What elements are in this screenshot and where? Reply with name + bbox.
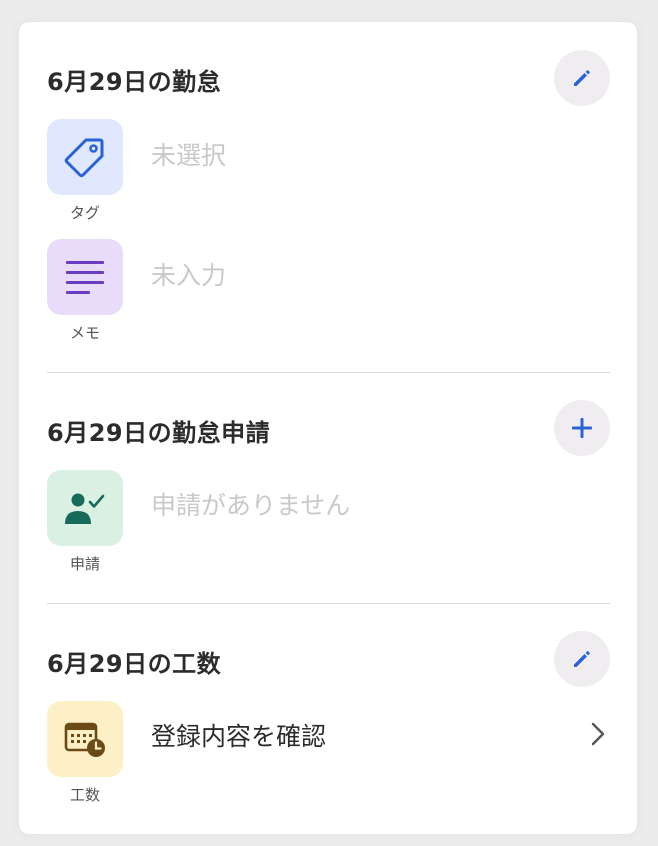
plus-icon <box>572 418 592 438</box>
calendar-clock-icon <box>64 722 105 757</box>
chevron-right-icon[interactable] <box>590 721 606 747</box>
workhours-value[interactable]: 登録内容を確認 <box>151 717 326 753</box>
workhours-tile[interactable] <box>47 701 123 777</box>
edit-attendance-button[interactable] <box>554 50 610 106</box>
request-title: 6月29日の勤怠申請 <box>47 419 271 447</box>
workhours-title: 6月29日の工数 <box>47 650 222 678</box>
tag-label: タグ <box>69 204 100 222</box>
divider <box>47 372 610 373</box>
request-label: 申請 <box>69 555 100 573</box>
workhours-label: 工数 <box>69 786 100 804</box>
memo-value[interactable]: 未入力 <box>151 256 226 292</box>
request-value: 申請がありません <box>151 491 351 520</box>
add-request-button[interactable] <box>554 400 610 456</box>
tag-value[interactable]: 未選択 <box>151 136 226 172</box>
tag-tile[interactable] <box>47 119 123 195</box>
pencil-icon <box>574 70 590 86</box>
attendance-card: 6月29日の勤怠 タグ 未選択 メモ 未入力 6月29日の勤怠申請 申請 申請が… <box>19 22 637 834</box>
person-check-icon <box>65 493 105 524</box>
tag-icon <box>64 138 104 178</box>
pencil-icon <box>574 651 590 667</box>
divider <box>47 603 610 604</box>
attendance-title: 6月29日の勤怠 <box>47 68 222 96</box>
lines-icon <box>66 261 104 294</box>
memo-label: メモ <box>69 324 100 342</box>
edit-workhours-button[interactable] <box>554 631 610 687</box>
request-tile[interactable] <box>47 470 123 546</box>
memo-tile[interactable] <box>47 239 123 315</box>
